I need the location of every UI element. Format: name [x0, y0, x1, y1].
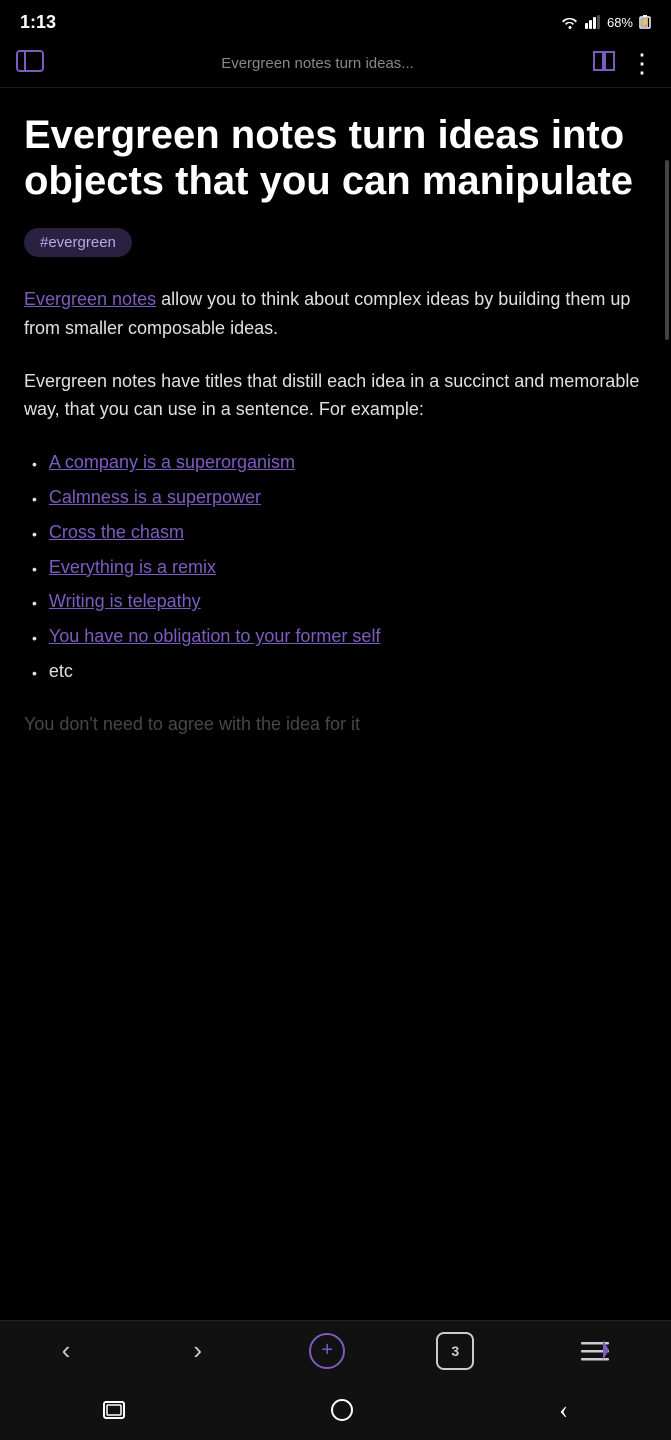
tag-container: #evergreen [24, 228, 647, 257]
home-button[interactable] [311, 1391, 373, 1429]
list-item: • Everything is a remix [32, 553, 647, 582]
list-item: • Cross the chasm [32, 518, 647, 547]
status-icons: 68% ⚡ [561, 15, 651, 30]
bullet-dot: • [32, 592, 37, 614]
sidebar-toggle-icon[interactable] [16, 50, 44, 78]
bullet-dot: • [32, 523, 37, 545]
page-title: Evergreen notes turn ideas into objects … [24, 112, 647, 204]
bullet-dot: • [32, 488, 37, 510]
list-item: • A company is a superorganism [32, 448, 647, 477]
recent-apps-button[interactable] [83, 1393, 145, 1427]
toolbar: Evergreen notes turn ideas... ⋮ [0, 40, 671, 88]
main-content: Evergreen notes turn ideas into objects … [0, 88, 671, 751]
bullet-link-3[interactable]: Cross the chasm [49, 518, 184, 547]
action-bar: ‹ › + 3 [0, 1320, 671, 1380]
svg-text:⚡: ⚡ [640, 17, 650, 27]
bullet-dot: • [32, 558, 37, 580]
forward-button[interactable]: › [177, 1335, 218, 1366]
add-button[interactable]: + [309, 1333, 345, 1369]
status-bar: 1:13 68% ⚡ [0, 0, 671, 40]
back-nav-button[interactable]: ‹ [539, 1387, 588, 1433]
signal-icon [585, 15, 601, 29]
toolbar-title: Evergreen notes turn ideas... [56, 55, 579, 72]
book-icon[interactable] [591, 50, 617, 78]
bullet-dot: • [32, 453, 37, 475]
second-paragraph: Evergreen notes have titles that distill… [24, 367, 647, 425]
list-item: • etc [32, 657, 647, 686]
menu-button[interactable] [565, 1340, 625, 1362]
evergreen-tag[interactable]: #evergreen [24, 228, 132, 257]
bullet-link-1[interactable]: A company is a superorganism [49, 448, 295, 477]
status-time: 1:13 [20, 12, 56, 33]
wifi-icon [561, 15, 579, 29]
more-options-icon[interactable]: ⋮ [629, 48, 655, 79]
battery-icon: ⚡ [639, 15, 651, 29]
bullet-link-6[interactable]: You have no obligation to your former se… [49, 622, 381, 651]
bullet-link-5[interactable]: Writing is telepathy [49, 587, 201, 616]
bullet-dot: • [32, 627, 37, 649]
android-nav-bar: ‹ [0, 1380, 671, 1440]
bullet-link-2[interactable]: Calmness is a superpower [49, 483, 261, 512]
list-item: • Calmness is a superpower [32, 483, 647, 512]
bullet-dot: • [32, 662, 37, 684]
bottom-fade-text: You don't need to agree with the idea fo… [24, 710, 647, 735]
evergreen-notes-link[interactable]: Evergreen notes [24, 289, 156, 309]
bullet-text-plain: etc [49, 657, 73, 686]
list-item: • Writing is telepathy [32, 587, 647, 616]
battery-text: 68% [607, 15, 633, 30]
list-item: • You have no obligation to your former … [32, 622, 647, 651]
scrollbar[interactable] [665, 160, 669, 340]
examples-list: • A company is a superorganism • Calmnes… [24, 448, 647, 686]
back-button[interactable]: ‹ [46, 1335, 87, 1366]
bullet-link-4[interactable]: Everything is a remix [49, 553, 216, 582]
count-badge-button[interactable]: 3 [436, 1332, 474, 1370]
first-paragraph: Evergreen notes allow you to think about… [24, 285, 647, 343]
